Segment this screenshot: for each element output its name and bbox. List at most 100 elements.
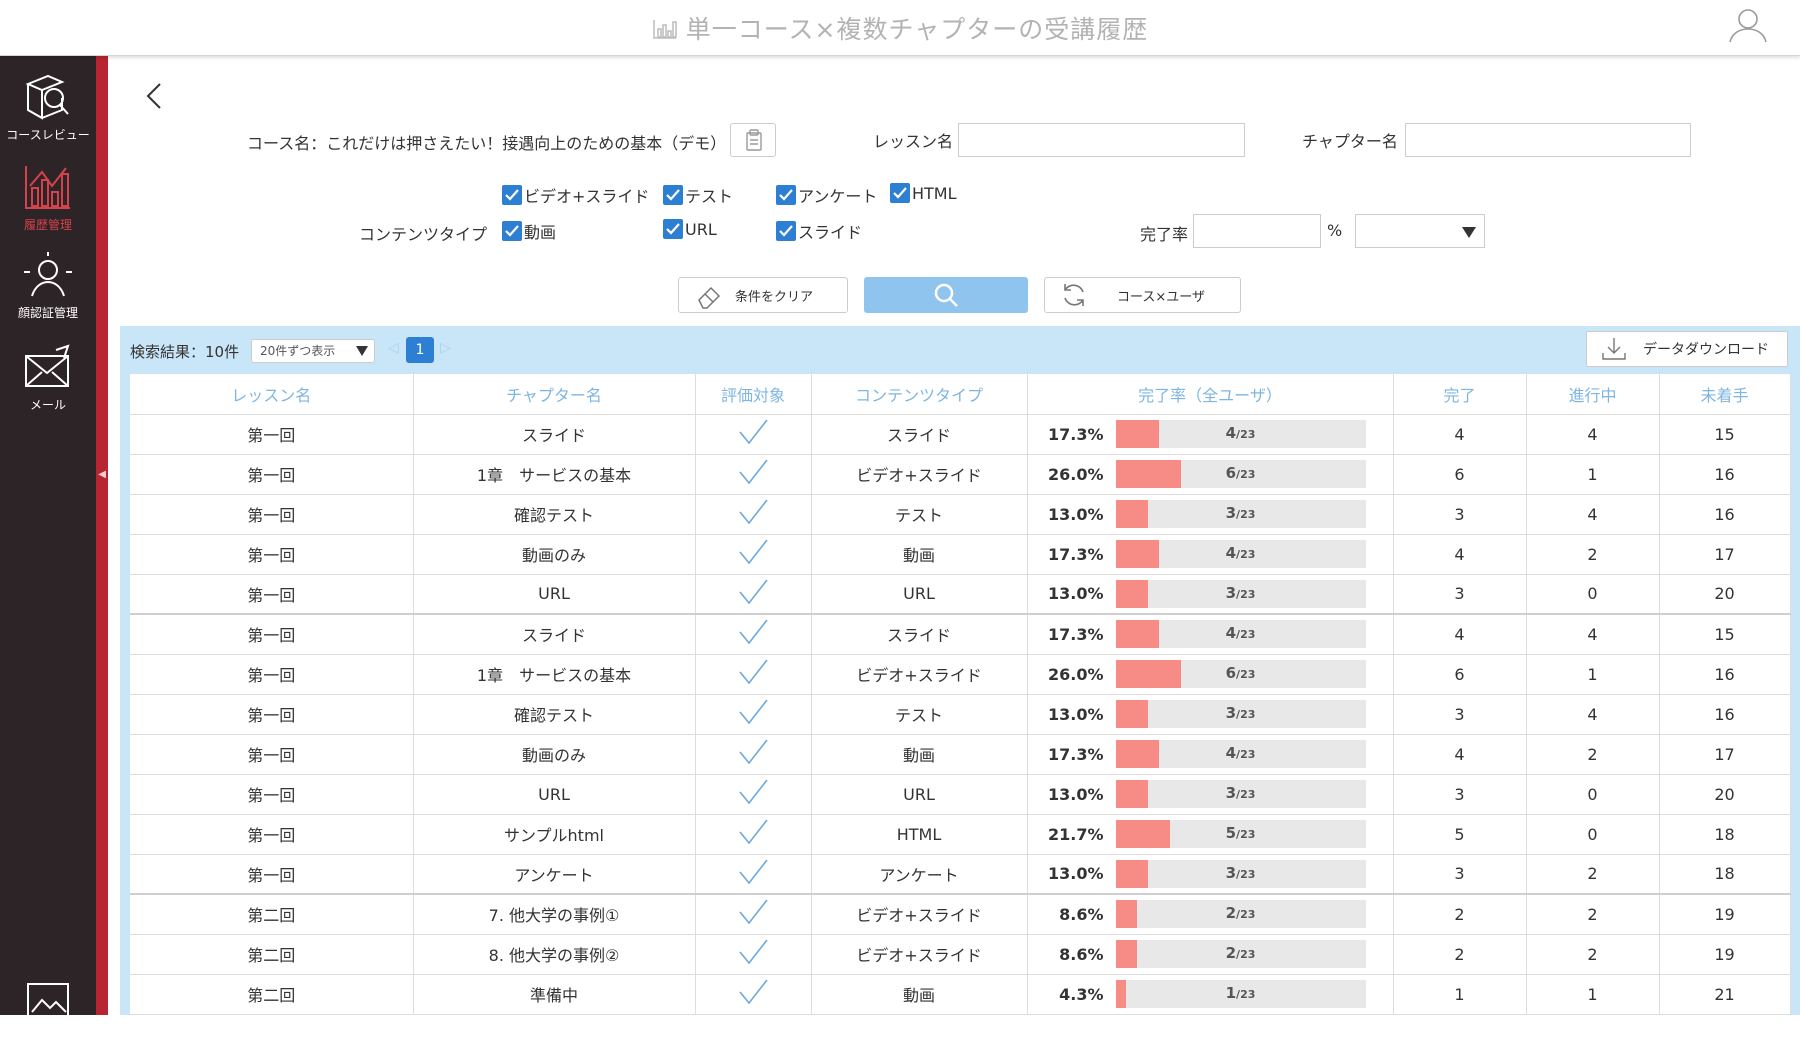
completion-operator-select[interactable] (1355, 214, 1485, 248)
clipboard-icon (746, 129, 762, 151)
cell-evaluation (695, 893, 812, 935)
cell-content-type: ビデオ+スライド (811, 934, 1028, 975)
column-header-lesson[interactable]: レッスン名 (130, 374, 414, 415)
sidebar-item-mail[interactable]: メール (0, 344, 96, 424)
table-row[interactable]: 第二回 8. 他大学の事例② ビデオ+スライド 8.6% 2/23 2 2 19 (130, 934, 1791, 975)
checkbox-test[interactable]: テスト (663, 183, 733, 207)
table-row[interactable]: 第一回 動画のみ 動画 17.3% 4/23 4 2 17 (130, 534, 1791, 575)
completion-fraction: 3/23 (1225, 504, 1256, 522)
cell-not-started: 18 (1659, 814, 1791, 855)
book-search-icon (25, 74, 69, 120)
cell-in-progress: 1 (1526, 974, 1660, 1015)
chapter-name-input[interactable] (1405, 123, 1691, 157)
table-row[interactable]: 第一回 1章 サービスの基本 ビデオ+スライド 26.0% 6/23 6 1 16 (130, 654, 1791, 695)
cell-completion-rate: 17.3% 4/23 (1027, 613, 1394, 655)
cell-evaluation (695, 494, 812, 535)
column-header-completion-rate[interactable]: 完了率（全ユーザ） (1027, 374, 1394, 415)
collapse-icon[interactable]: ◀ (98, 469, 106, 480)
column-header-content-type[interactable]: コンテンツタイプ (811, 374, 1028, 415)
cell-completion-rate: 8.6% 2/23 (1027, 934, 1394, 975)
completion-percent: 13.0% (1047, 504, 1104, 524)
top-bar: 単一コース×複数チャプターの受講履歴 (0, 0, 1800, 56)
face-id-icon (24, 252, 72, 297)
completion-progress-bar: 6/23 (1115, 460, 1366, 488)
lesson-name-input[interactable] (958, 123, 1245, 157)
search-button[interactable] (864, 277, 1028, 313)
cell-not-started: 16 (1659, 694, 1791, 735)
sidebar-item-image[interactable] (0, 978, 96, 1058)
table-row[interactable]: 第一回 確認テスト テスト 13.0% 3/23 3 4 16 (130, 494, 1791, 535)
data-download-button[interactable]: データダウンロード (1586, 331, 1788, 367)
checkmark-icon (739, 979, 768, 1005)
copy-button[interactable] (730, 123, 776, 157)
per-page-select[interactable]: 20件ずつ表示 (251, 339, 375, 363)
cell-in-progress: 4 (1526, 414, 1660, 455)
checkmark-icon (739, 699, 768, 725)
completion-percent: 21.7% (1047, 824, 1104, 844)
lesson-name-label: レッスン名 (873, 132, 954, 151)
cell-completion-rate: 4.3% 1/23 (1027, 974, 1394, 1015)
cell-evaluation (695, 974, 812, 1015)
cell-evaluation (695, 814, 812, 855)
back-arrow-icon[interactable] (140, 78, 168, 114)
completion-fraction: 3/23 (1225, 583, 1256, 602)
result-count: 検索結果：10件 (130, 343, 240, 361)
cell-chapter: 7. 他大学の事例① (413, 893, 696, 935)
sidebar-item-face-auth[interactable]: 顔認証管理 (0, 252, 96, 332)
table-row[interactable]: 第一回 動画のみ 動画 17.3% 4/23 4 2 17 (130, 734, 1791, 775)
checkbox-html[interactable]: HTML (890, 183, 957, 203)
table-row[interactable]: 第一回 URL URL 13.0% 3/23 3 0 20 (130, 574, 1791, 615)
cell-completion-rate: 17.3% 4/23 (1027, 734, 1394, 775)
sidebar-item-course-review[interactable]: コースレビュー (0, 70, 96, 150)
checkmark-icon (776, 185, 796, 205)
column-header-not-started[interactable]: 未着手 (1659, 374, 1791, 415)
table-row[interactable]: 第一回 URL URL 13.0% 3/23 3 0 20 (130, 774, 1791, 815)
table-row[interactable]: 第一回 スライド スライド 17.3% 4/23 4 4 15 (130, 414, 1791, 455)
table-row[interactable]: 第二回 準備中 動画 4.3% 1/23 1 1 21 (130, 974, 1791, 1015)
sidebar-item-history[interactable]: 履歴管理 (0, 160, 96, 240)
course-user-button[interactable]: コース×ユーザ (1044, 277, 1241, 313)
user-icon[interactable] (1726, 6, 1770, 46)
cell-completed: 6 (1393, 454, 1527, 495)
cell-content-type: ビデオ+スライド (811, 893, 1028, 935)
cell-content-type: URL (811, 774, 1028, 815)
cell-chapter: 1章 サービスの基本 (413, 454, 696, 495)
column-header-evaluation[interactable]: 評価対象 (695, 374, 812, 415)
column-header-chapter[interactable]: チャプター名 (413, 374, 696, 415)
page-number-current[interactable]: 1 (406, 337, 434, 363)
prev-page-icon[interactable]: ◁ (388, 340, 399, 356)
page-title-text: 単一コース×複数チャプターの受講履歴 (685, 15, 1149, 44)
checkbox-movie[interactable]: 動画 (502, 219, 556, 243)
table-row[interactable]: 第一回 アンケート アンケート 13.0% 3/23 3 2 18 (130, 854, 1791, 895)
table-row[interactable]: 第二回 7. 他大学の事例① ビデオ+スライド 8.6% 2/23 2 2 19 (130, 893, 1791, 935)
cell-completed: 4 (1393, 734, 1527, 775)
completion-progress-bar: 3/23 (1115, 579, 1366, 608)
refresh-icon (1064, 284, 1084, 306)
completion-rate-input[interactable] (1193, 214, 1321, 248)
column-header-in-progress[interactable]: 進行中 (1526, 374, 1660, 415)
clear-conditions-button[interactable]: 条件をクリア (678, 277, 848, 313)
cell-chapter: サンプルhtml (413, 814, 696, 855)
cell-completed: 2 (1393, 934, 1527, 975)
cell-content-type: アンケート (811, 854, 1028, 895)
checkbox-url[interactable]: URL (663, 219, 717, 239)
table-row[interactable]: 第一回 1章 サービスの基本 ビデオ+スライド 26.0% 6/23 6 1 16 (130, 454, 1791, 495)
table-row[interactable]: 第一回 確認テスト テスト 13.0% 3/23 3 4 16 (130, 694, 1791, 735)
checkbox-slide[interactable]: スライド (776, 219, 862, 243)
cell-lesson: 第一回 (130, 774, 414, 815)
checkbox-video-slide[interactable]: ビデオ+スライド (502, 183, 649, 207)
completion-progress-bar: 4/23 (1115, 420, 1366, 448)
course-name-label: コース名：これだけは押さえたい！接遇向上のための基本（デモ） (247, 134, 727, 153)
cell-completed: 2 (1393, 893, 1527, 935)
table-row[interactable]: 第一回 サンプルhtml HTML 21.7% 5/23 5 0 18 (130, 814, 1791, 855)
cell-lesson: 第一回 (130, 814, 414, 855)
next-page-icon[interactable]: ▷ (440, 340, 451, 356)
results-toolbar: 検索結果：10件 20件ずつ表示 ◁ 1 ▷ データダウンロード (120, 326, 1800, 374)
table-row[interactable]: 第一回 スライド スライド 17.3% 4/23 4 4 15 (130, 613, 1791, 655)
cell-content-type: スライド (811, 613, 1028, 655)
column-header-completed[interactable]: 完了 (1393, 374, 1527, 415)
cell-in-progress: 0 (1526, 574, 1660, 615)
checkbox-questionnaire[interactable]: アンケート (776, 183, 877, 207)
checkmark-icon (663, 219, 683, 239)
cell-completion-rate: 13.0% 3/23 (1027, 694, 1394, 735)
